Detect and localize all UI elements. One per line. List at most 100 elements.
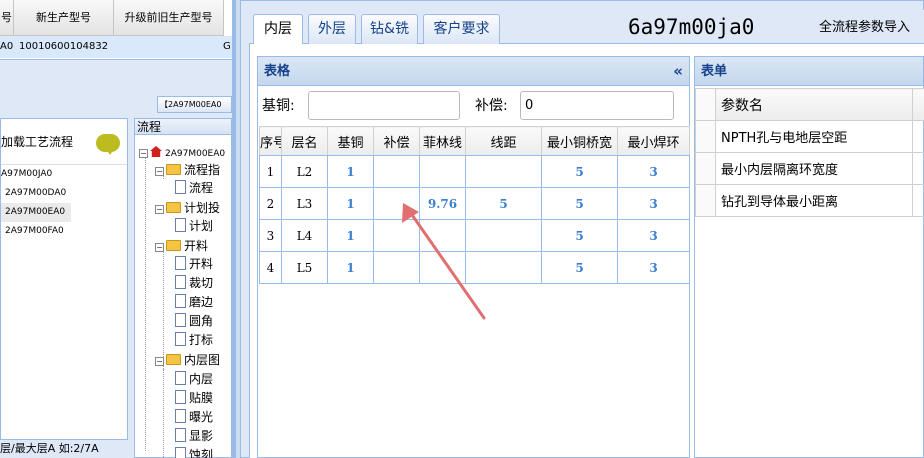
tree-node[interactable]: 显影	[175, 427, 213, 445]
compensation-input[interactable]	[520, 91, 674, 120]
grid-header-old-model[interactable]: 升级前旧生产型号	[114, 0, 224, 36]
col-header-compensation[interactable]: 补偿	[373, 126, 420, 156]
layer-table: 序号 层名 基铜 补偿 菲林线 线距 最小铜桥宽 最小焊环 1 L2 1 5 3…	[259, 126, 690, 284]
cell-compensation[interactable]	[373, 187, 420, 220]
tree-node[interactable]: 圆角	[175, 312, 213, 330]
col-header-param-name[interactable]: 参数名	[715, 88, 913, 121]
tab-inner-layer[interactable]: 内层	[253, 14, 303, 45]
table-row[interactable]: 3 L4 1 5 3	[259, 219, 690, 252]
tree-node[interactable]: 开料	[175, 255, 213, 273]
tree-node[interactable]: 打标	[175, 331, 213, 349]
tree-node[interactable]: − 内层图	[155, 351, 220, 369]
tree-node[interactable]: − 计划投	[155, 199, 220, 217]
cell-line-spacing[interactable]	[465, 251, 542, 284]
document-icon	[175, 294, 186, 308]
form-row[interactable]: NPTH孔与电地层空距	[695, 120, 924, 153]
tree-node[interactable]: 曝光	[175, 408, 213, 426]
cell-min-copper-bridge[interactable]: 5	[541, 251, 618, 284]
model-code-title: 6a97m00ja0	[628, 15, 755, 39]
tree-node[interactable]: − 开料	[155, 237, 208, 255]
model-list-item[interactable]: 2A97M00FA0	[1, 222, 127, 241]
tree-node[interactable]: 磨边	[175, 293, 213, 311]
col-header-layer-name[interactable]: 层名	[281, 126, 328, 156]
cell-min-annular-ring[interactable]: 3	[617, 219, 690, 252]
cell-base-copper[interactable]: 1	[327, 219, 374, 252]
cell-min-copper-bridge[interactable]: 5	[541, 155, 618, 188]
collapse-icon[interactable]: «	[673, 57, 683, 86]
cell-compensation[interactable]	[373, 219, 420, 252]
cell-line-spacing[interactable]	[465, 155, 542, 188]
cell-min-annular-ring[interactable]: 3	[617, 187, 690, 220]
cell-base-copper[interactable]: 1	[327, 187, 374, 220]
tab-customer-req[interactable]: 客户要求	[423, 14, 500, 44]
collapse-icon[interactable]: −	[155, 243, 164, 252]
col-header-line-spacing[interactable]: 线距	[465, 126, 542, 156]
model-list-item-selected[interactable]: 2A97M00EA0	[1, 203, 71, 222]
collapse-icon[interactable]: −	[155, 205, 164, 214]
cell-index: 4	[259, 251, 282, 284]
cell-compensation[interactable]	[373, 155, 420, 188]
col-header-min-copper-bridge[interactable]: 最小铜桥宽	[541, 126, 618, 156]
cell-layer-name[interactable]: L3	[281, 187, 328, 220]
cell-min-copper-bridge[interactable]: 5	[541, 187, 618, 220]
tab-outer-layer[interactable]: 外层	[308, 14, 356, 44]
tab-drill-mill[interactable]: 钻&铣	[361, 14, 418, 44]
form-row[interactable]: 最小内层隔离环宽度	[695, 152, 924, 185]
param-name-cell[interactable]: 最小内层隔离环宽度	[715, 152, 913, 185]
tree-root[interactable]: −2A97M00EA0	[139, 143, 225, 161]
collapse-icon[interactable]: −	[155, 357, 164, 366]
model-list-item[interactable]: A97M00JA0	[1, 165, 127, 184]
cell-film-line[interactable]: 9.76	[419, 187, 466, 220]
form-row[interactable]: 钻孔到导体最小距离	[695, 184, 924, 217]
import-all-params-button[interactable]: 全流程参数导入	[819, 16, 910, 40]
model-tab[interactable]: 【2A97M00EA0	[157, 96, 232, 113]
model-list-item[interactable]: 2A97M00DA0	[1, 184, 127, 203]
cell-film-line[interactable]	[419, 251, 466, 284]
tree-node[interactable]: 裁切	[175, 274, 213, 292]
cell-line-spacing[interactable]	[465, 219, 542, 252]
table-row[interactable]: 2 L3 1 9.76 5 5 3	[259, 187, 690, 220]
base-copper-input[interactable]	[308, 91, 460, 120]
param-form-table: 参数名 NPTH孔与电地层空距 最小内层隔离环宽度 钻孔到导体最小距离	[695, 88, 924, 217]
cell-base-copper[interactable]: 1	[327, 155, 374, 188]
form-row-gutter	[695, 152, 716, 185]
cell-layer-name[interactable]: L2	[281, 155, 328, 188]
tree-node[interactable]: 计划	[175, 217, 213, 235]
table-row[interactable]: 1 L2 1 5 3	[259, 155, 690, 188]
cell-film-line[interactable]	[419, 155, 466, 188]
grid-selected-row[interactable]: A0 10010600104832 G	[0, 36, 232, 58]
cell-layer-name[interactable]: L5	[281, 251, 328, 284]
collapse-icon[interactable]: −	[155, 167, 164, 176]
col-header-min-annular-ring[interactable]: 最小焊环	[617, 126, 690, 156]
grid-header-col0[interactable]: 号	[0, 0, 14, 36]
cell-min-copper-bridge[interactable]: 5	[541, 219, 618, 252]
cell-min-annular-ring[interactable]: 3	[617, 155, 690, 188]
cell-min-annular-ring[interactable]: 3	[617, 251, 690, 284]
cell-line-spacing[interactable]: 5	[465, 187, 542, 220]
grid-header-new-model[interactable]: 新生产型号	[14, 0, 114, 36]
cell-index: 1	[259, 155, 282, 188]
form-row-gutter	[695, 184, 716, 217]
collapse-icon[interactable]: −	[139, 149, 148, 158]
form-header-gutter	[695, 88, 716, 121]
cell-base-copper[interactable]: 1	[327, 251, 374, 284]
compensation-label: 补偿:	[475, 98, 508, 114]
param-name-cell[interactable]: 钻孔到导体最小距离	[715, 184, 913, 217]
tree-node[interactable]: − 流程指	[155, 161, 220, 179]
tree-node[interactable]: 蚀刻	[175, 446, 213, 458]
cell-layer-name[interactable]: L4	[281, 219, 328, 252]
col-header-index[interactable]: 序号	[259, 126, 282, 156]
col-header-base-copper[interactable]: 基铜	[327, 126, 374, 156]
cell-compensation[interactable]	[373, 251, 420, 284]
col-header-film-line[interactable]: 菲林线	[419, 126, 466, 156]
table-row[interactable]: 4 L5 1 5 3	[259, 251, 690, 284]
tree-node[interactable]: 贴膜	[175, 389, 213, 407]
tree-node[interactable]: 内层	[175, 370, 213, 388]
cell-film-line[interactable]	[419, 219, 466, 252]
tree-node[interactable]: 流程	[175, 179, 213, 197]
param-name-cell[interactable]: NPTH孔与电地层空距	[715, 120, 913, 153]
param-value-cell[interactable]	[912, 152, 924, 185]
param-value-cell[interactable]	[912, 184, 924, 217]
param-value-cell[interactable]	[912, 120, 924, 153]
chat-bubble-icon[interactable]	[96, 134, 120, 155]
